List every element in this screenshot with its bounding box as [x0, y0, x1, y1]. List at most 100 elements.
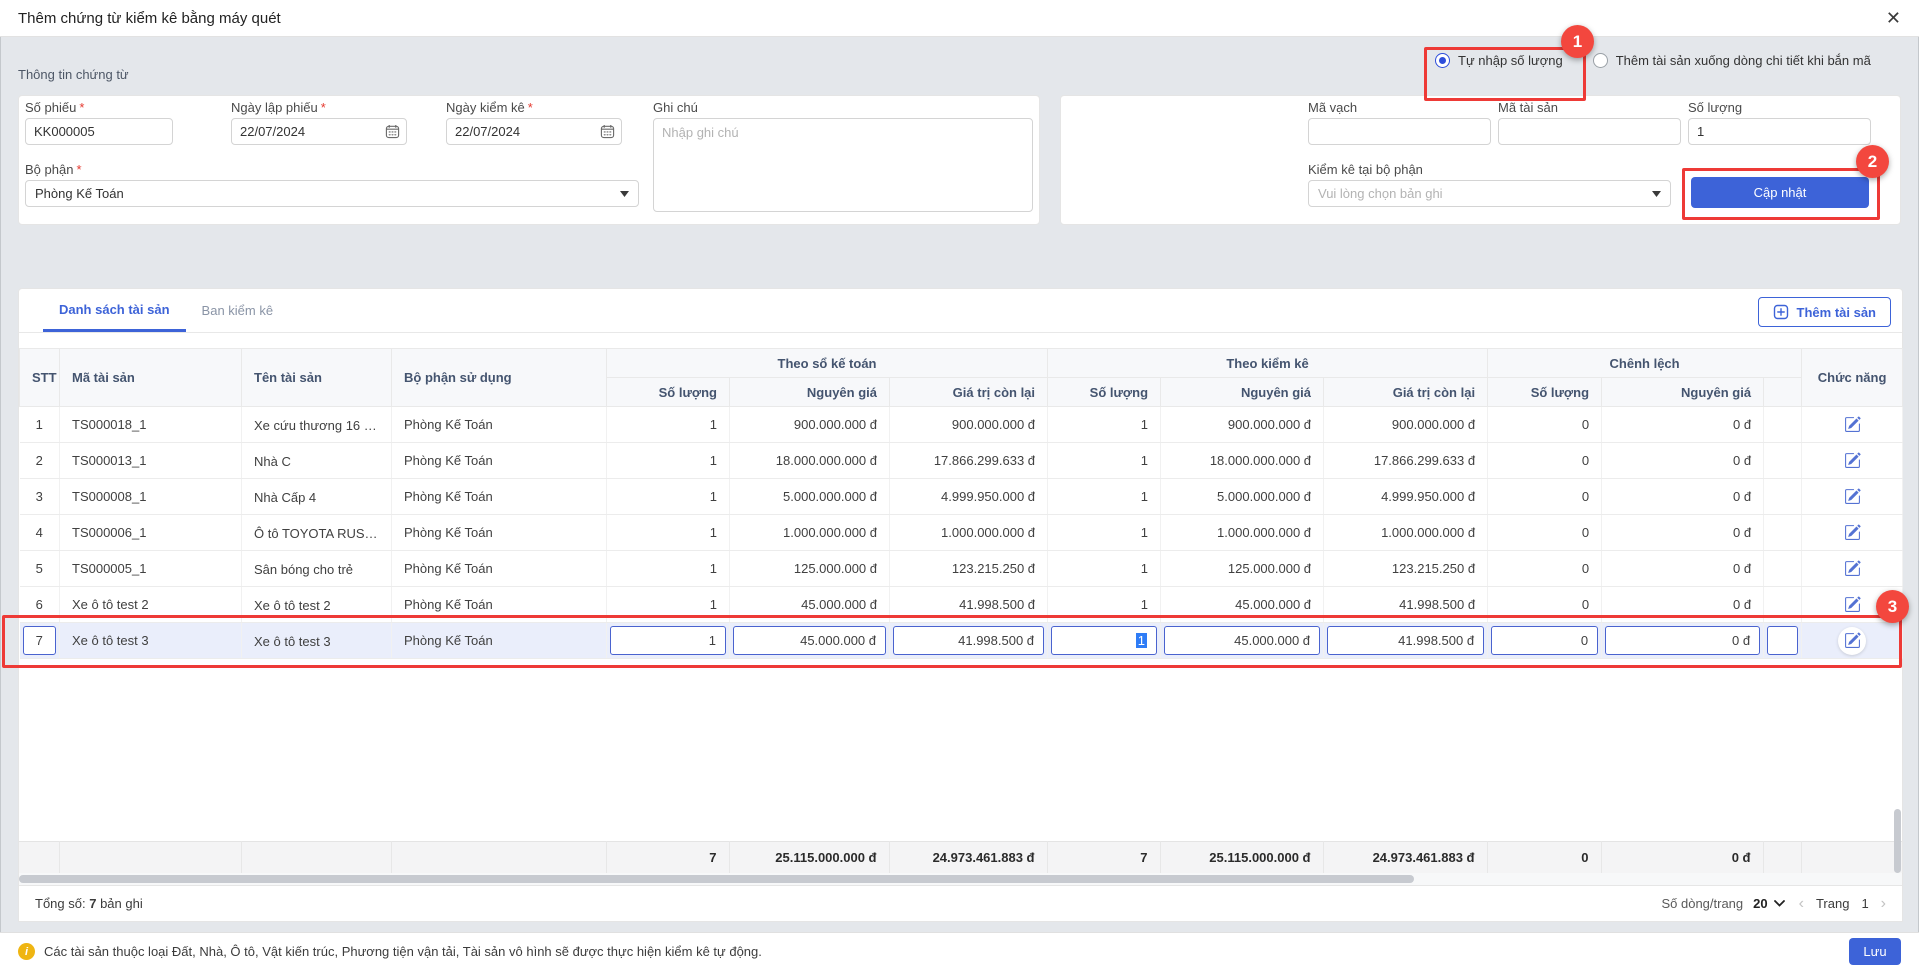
- radio-unselected-icon: [1593, 53, 1608, 68]
- edit-row-button[interactable]: [1838, 555, 1866, 583]
- cell-cl_sl: 0: [1488, 407, 1602, 443]
- add-asset-button[interactable]: Thêm tài sản: [1758, 297, 1891, 327]
- cell-kk_ng: 45.000.000 đ: [1161, 587, 1324, 623]
- horizontal-scrollbar[interactable]: [19, 873, 1902, 885]
- totals-cell: [1801, 842, 1902, 874]
- cell-input[interactable]: 1: [610, 626, 726, 655]
- edit-icon: [1844, 524, 1861, 541]
- chevron-down-icon: [1774, 900, 1785, 907]
- col-ten-tai-san: Tên tài sản: [242, 349, 392, 407]
- cell-cl_ng: 0 đ: [1602, 515, 1764, 551]
- cell-kk_sl: 1: [1048, 479, 1161, 515]
- save-button[interactable]: Lưu: [1849, 938, 1901, 965]
- asset-table-wrap: STT Mã tài sản Tên tài sản Bộ phận sử dụ…: [19, 348, 1902, 659]
- cell-cl_sl: 0: [1488, 515, 1602, 551]
- so-phieu-input[interactable]: [25, 118, 173, 145]
- cell-input[interactable]: 45.000.000 đ: [733, 626, 886, 655]
- cell-chuc-nang: [1802, 479, 1903, 515]
- cell-kt_gtcl: 123.215.250 đ: [890, 551, 1048, 587]
- cell-input[interactable]: 41.998.500 đ: [893, 626, 1044, 655]
- edit-row-button[interactable]: [1838, 483, 1866, 511]
- cell-input[interactable]: 1: [1051, 626, 1157, 655]
- cell-kk_gtcl: 1.000.000.000 đ: [1324, 515, 1488, 551]
- cell-kk_ng: 1.000.000.000 đ: [1161, 515, 1324, 551]
- page-number[interactable]: 1: [1861, 896, 1868, 911]
- table-row: 3TS000008_1Nhà Cấp 4Phòng Kế Toán15.000.…: [20, 479, 1903, 515]
- required-mark: *: [528, 100, 533, 115]
- col-ma-tai-san: Mã tài sản: [60, 349, 242, 407]
- ngay-kiem-ke-input[interactable]: [446, 118, 622, 145]
- cell-kk_sl: 1: [1048, 551, 1161, 587]
- col-sub-header: Nguyên giá: [1161, 378, 1324, 407]
- cell-kk_gtcl: 123.215.250 đ: [1324, 551, 1488, 587]
- cell-kt_sl: 1: [607, 587, 730, 623]
- totals-cell: 7: [606, 842, 729, 874]
- tab-danh-sach-tai-san[interactable]: Danh sách tài sản: [43, 289, 186, 332]
- cell-ma-tai-san: Xe ô tô test 3: [60, 623, 242, 659]
- footer-note: i Các tài sản thuộc loại Đất, Nhà, Ô tô,…: [18, 943, 762, 960]
- col-sub-header: Số lượng: [1488, 378, 1602, 407]
- cell-ten-tai-san: Sân bóng cho trẻ: [242, 551, 392, 587]
- totals-cell: 24.973.461.883 đ: [889, 842, 1047, 874]
- cell-cl_ng: 0 đ: [1602, 551, 1764, 587]
- horizontal-scrollbar-thumb[interactable]: [19, 875, 1414, 883]
- cell-chuc-nang: [1802, 515, 1903, 551]
- cell-input[interactable]: 0: [1491, 626, 1598, 655]
- rows-per-page-select[interactable]: 20: [1753, 896, 1784, 911]
- close-icon[interactable]: ✕: [1886, 9, 1901, 27]
- kiem-ke-tai-bo-phan-label: Kiểm kê tại bộ phận: [1308, 162, 1671, 180]
- cell-stt: 4: [20, 515, 60, 551]
- rows-per-page: Số dòng/trang 20: [1661, 896, 1784, 911]
- cell-input[interactable]: 45.000.000 đ: [1164, 626, 1320, 655]
- edit-row-button[interactable]: [1838, 627, 1866, 655]
- ma-tai-san-input[interactable]: [1498, 118, 1681, 145]
- col-bo-phan-su-dung: Bộ phận sử dụng: [392, 349, 607, 407]
- totals-cell: 25.115.000.000 đ: [729, 842, 889, 874]
- radio-add-row-on-scan[interactable]: Thêm tài sản xuống dòng chi tiết khi bắn…: [1593, 53, 1871, 68]
- cell-kt_ng: 18.000.000.000 đ: [730, 443, 890, 479]
- tab-ban-kiem-ke[interactable]: Ban kiểm kê: [186, 289, 290, 332]
- cell-ma-tai-san: TS000013_1: [60, 443, 242, 479]
- cell-ma-tai-san: Xe ô tô test 2: [60, 587, 242, 623]
- pagination-bar: Tổng số: 7 bản ghi Số dòng/trang 20 ‹ Tr…: [19, 885, 1902, 921]
- so-luong-input[interactable]: [1688, 118, 1871, 145]
- edit-row-button[interactable]: [1838, 519, 1866, 547]
- cell-kt_gtcl: 900.000.000 đ: [890, 407, 1048, 443]
- ngay-lap-phieu-input[interactable]: [231, 118, 407, 145]
- ghi-chu-textarea[interactable]: [653, 118, 1033, 212]
- edit-row-button[interactable]: [1838, 411, 1866, 439]
- cell-kk_gtcl: 41.998.500 đ: [1324, 587, 1488, 623]
- cell-kt_ng: 45.000.000 đ: [730, 587, 890, 623]
- cell-cl_ng: 0 đ: [1602, 587, 1764, 623]
- cell-extra: [1764, 515, 1802, 551]
- cell-bo-phan: Phòng Kế Toán: [392, 443, 607, 479]
- col-chuc-nang: Chức năng: [1802, 349, 1903, 407]
- ma-vach-input[interactable]: [1308, 118, 1491, 145]
- cell-cl_sl: 0: [1488, 587, 1602, 623]
- cell-kt_gtcl: 1.000.000.000 đ: [890, 515, 1048, 551]
- update-button[interactable]: Cập nhật: [1691, 177, 1869, 208]
- next-page-icon[interactable]: ›: [1881, 895, 1886, 913]
- cell-kk_gtcl: 4.999.950.000 đ: [1324, 479, 1488, 515]
- edit-row-button[interactable]: [1838, 447, 1866, 475]
- vertical-scrollbar-thumb[interactable]: [1894, 809, 1901, 873]
- edit-row-button[interactable]: [1838, 591, 1866, 619]
- col-group-theo-kiem-ke: Theo kiểm kê: [1048, 349, 1488, 378]
- bo-phan-select[interactable]: Phòng Kế Toán: [25, 180, 639, 207]
- cell-kk_ng: 45.000.000 đ: [1161, 623, 1324, 659]
- bo-phan-label: Bộ phận: [25, 162, 73, 177]
- cell-cl_ng: 0 đ: [1602, 407, 1764, 443]
- radio-manual-quantity[interactable]: Tự nhập số lượng: [1435, 53, 1563, 68]
- bo-phan-value: Phòng Kế Toán: [35, 186, 124, 201]
- cell-input[interactable]: 0 đ: [1605, 626, 1760, 655]
- table-row[interactable]: 7Xe ô tô test 3Xe ô tô test 3Phòng Kế To…: [20, 623, 1903, 659]
- cell-stt: 3: [20, 479, 60, 515]
- prev-page-icon[interactable]: ‹: [1799, 895, 1804, 913]
- cell-kt_ng: 1.000.000.000 đ: [730, 515, 890, 551]
- cell-bo-phan: Phòng Kế Toán: [392, 479, 607, 515]
- col-group-theo-so-ke-toan: Theo sổ kế toán: [607, 349, 1048, 378]
- cell-input[interactable]: 41.998.500 đ: [1327, 626, 1484, 655]
- total-suffix: bản ghi: [100, 896, 143, 911]
- cell-bo-phan: Phòng Kế Toán: [392, 587, 607, 623]
- kiem-ke-tai-bo-phan-select[interactable]: Vui lòng chọn bản ghi: [1308, 180, 1671, 207]
